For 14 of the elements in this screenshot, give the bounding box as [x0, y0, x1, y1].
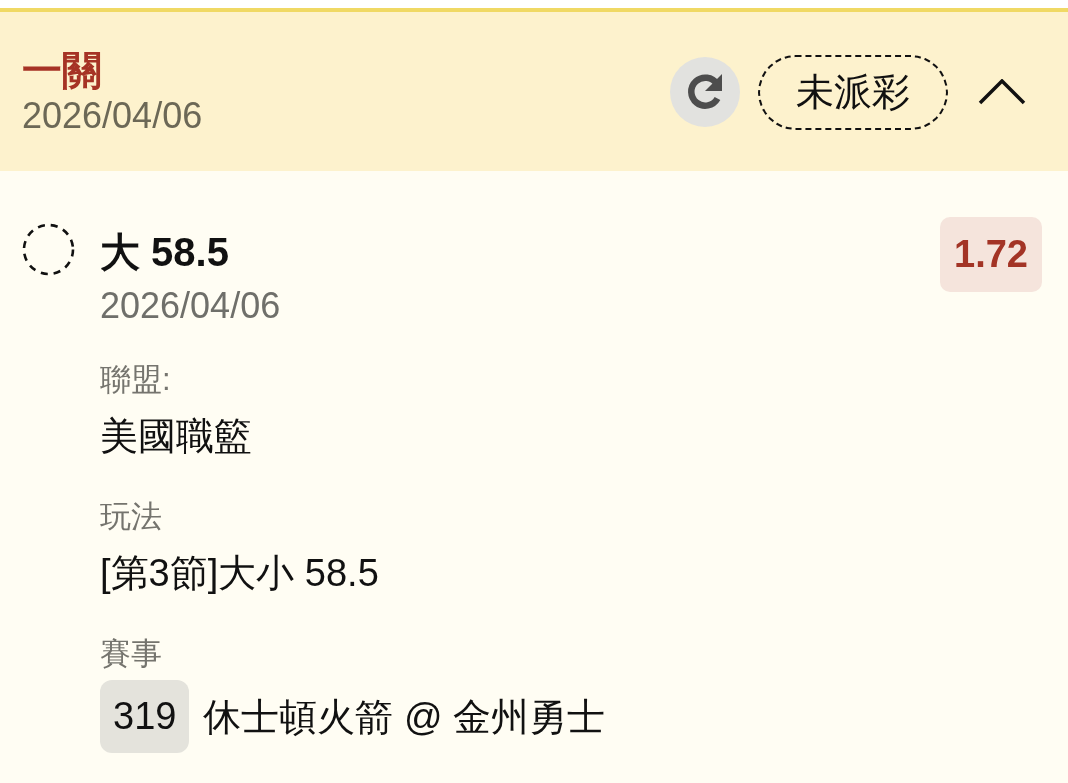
match-teams: 休士頓火箭 @ 金州勇士	[203, 694, 606, 740]
field-value: [第3節]大小 58.5	[100, 551, 379, 596]
match-number: 319	[100, 680, 190, 753]
odds-value: 1.72	[940, 217, 1042, 292]
field-label: 聯盟:	[100, 361, 171, 399]
field-label: 玩法	[100, 498, 162, 536]
bet-date: 2026/04/06	[22, 94, 203, 138]
status-tag: 未派彩	[758, 54, 948, 130]
bet-type: 一關	[22, 47, 102, 94]
field-value: 美國職籃	[100, 414, 252, 459]
selection-date: 2026/04/06	[100, 284, 281, 328]
selection-name: 大 58.5	[100, 229, 229, 276]
dashed-circle-icon	[22, 223, 75, 276]
field-label: 賽事	[100, 635, 162, 673]
